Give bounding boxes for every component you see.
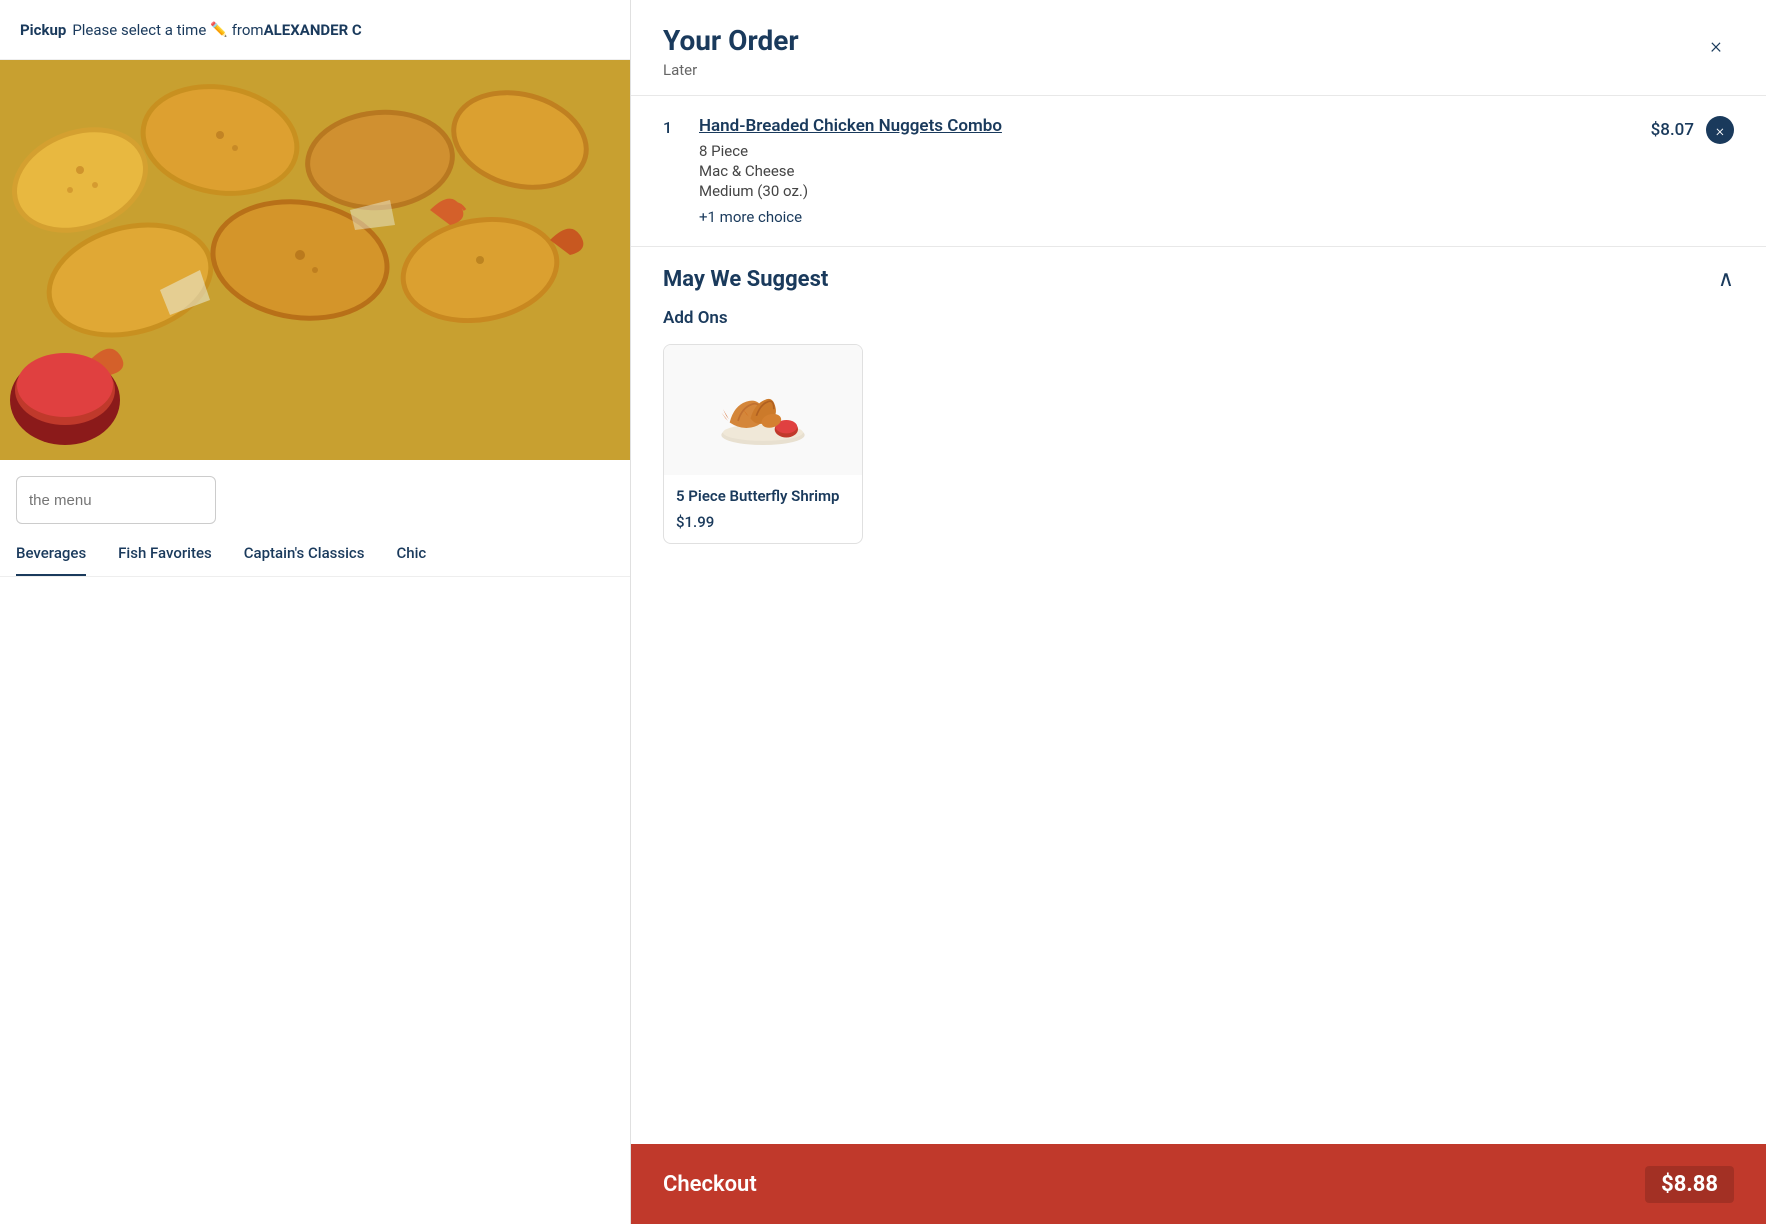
addon-card-body: 5 Piece Butterfly Shrimp $1.99: [664, 475, 862, 543]
menu-nav: Beverages Fish Favorites Captain's Class…: [0, 532, 630, 577]
order-title: Your Order: [663, 24, 799, 57]
addon-card-shrimp[interactable]: 5 Piece Butterfly Shrimp $1.99: [663, 344, 863, 544]
bottom-section: the menu Beverages Fish Favorites Captai…: [0, 460, 630, 1224]
food-image-svg: [0, 60, 630, 460]
addon-card-image: [664, 345, 862, 475]
right-panel: Your Order Later × 1 Hand-Breaded Chicke…: [630, 0, 1766, 1224]
nav-item-fish[interactable]: Fish Favorites: [118, 544, 212, 576]
suggest-section: May We Suggest ∧ Add Ons: [631, 247, 1766, 1144]
order-item-name[interactable]: Hand-Breaded Chicken Nuggets Combo: [699, 116, 1635, 136]
order-item-right: $8.07 ×: [1651, 116, 1734, 144]
order-subtitle: Later: [663, 61, 799, 79]
nav-item-classics[interactable]: Captain's Classics: [244, 544, 365, 576]
order-title-section: Your Order Later: [663, 24, 799, 79]
order-item-customizations: 8 Piece Mac & Cheese Medium (30 oz.): [699, 142, 1635, 200]
please-select-text: Please select a time: [72, 21, 206, 39]
search-bar-container: the menu: [0, 460, 630, 532]
top-bar: Pickup Please select a time ✏️ from ALEX…: [0, 0, 630, 60]
store-name: ALEXANDER C: [264, 21, 362, 39]
pickup-label: Pickup: [20, 21, 66, 39]
food-image: [0, 60, 630, 460]
order-header: Your Order Later ×: [631, 0, 1766, 96]
order-item-quantity: 1: [663, 118, 683, 137]
order-item: 1 Hand-Breaded Chicken Nuggets Combo 8 P…: [663, 116, 1734, 226]
order-items-section: 1 Hand-Breaded Chicken Nuggets Combo 8 P…: [631, 96, 1766, 247]
custom-line-3: Medium (30 oz.): [699, 182, 1635, 200]
nav-item-chic[interactable]: Chic: [396, 544, 426, 576]
remove-item-button[interactable]: ×: [1706, 116, 1734, 144]
checkout-bar[interactable]: Checkout $8.88: [631, 1144, 1766, 1224]
suggest-title: May We Suggest: [663, 267, 828, 292]
from-text: from: [232, 21, 264, 39]
checkout-label: Checkout: [663, 1172, 757, 1197]
order-item-price: $8.07: [1651, 120, 1694, 140]
addon-price: $1.99: [676, 513, 850, 531]
addon-cards: 5 Piece Butterfly Shrimp $1.99: [663, 344, 1734, 544]
custom-line-1: 8 Piece: [699, 142, 1635, 160]
addon-name: 5 Piece Butterfly Shrimp: [676, 487, 850, 507]
suggest-header: May We Suggest ∧: [663, 267, 1734, 292]
left-panel: Pickup Please select a time ✏️ from ALEX…: [0, 0, 630, 1224]
search-input[interactable]: the menu: [16, 476, 216, 524]
close-button[interactable]: ×: [1698, 28, 1734, 64]
pencil-icon[interactable]: ✏️: [210, 22, 227, 38]
checkout-price: $8.88: [1645, 1166, 1734, 1203]
custom-line-2: Mac & Cheese: [699, 162, 1635, 180]
order-item-details: Hand-Breaded Chicken Nuggets Combo 8 Pie…: [699, 116, 1635, 226]
more-choices-link[interactable]: +1 more choice: [699, 208, 1635, 226]
nav-item-beverages[interactable]: Beverages: [16, 544, 86, 576]
addons-label: Add Ons: [663, 308, 1734, 328]
shrimp-image: [713, 370, 813, 450]
collapse-suggest-button[interactable]: ∧: [1718, 267, 1734, 292]
